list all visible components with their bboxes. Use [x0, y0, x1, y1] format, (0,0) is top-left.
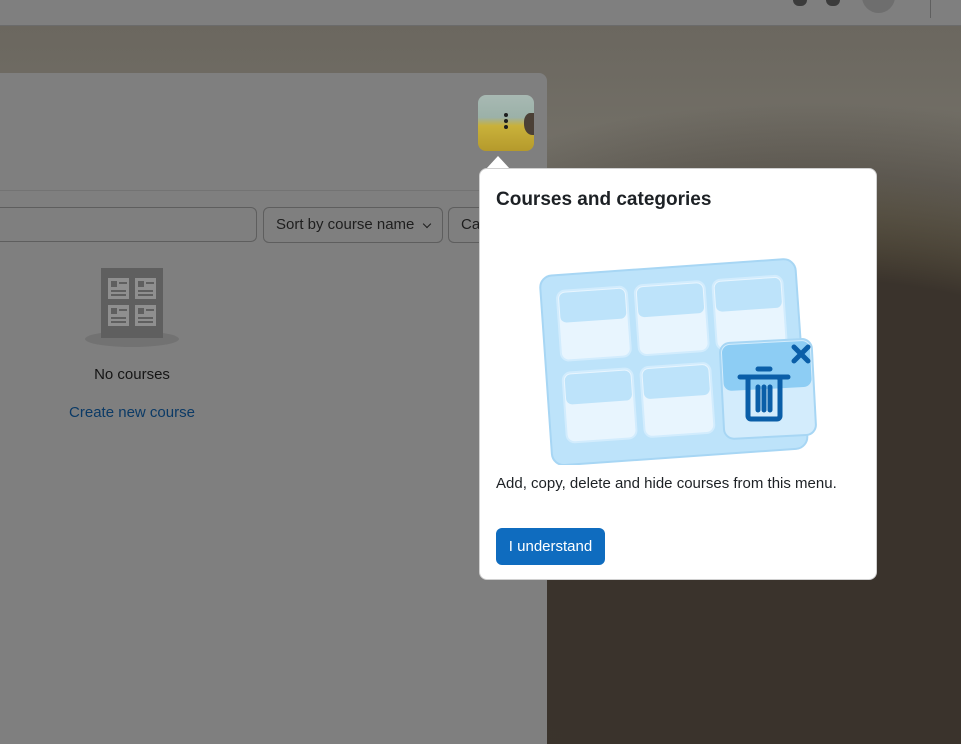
popover-body: Add, copy, delete and hide courses from … [496, 475, 837, 492]
popover-title: Courses and categories [496, 189, 712, 210]
sort-select-label: Sort by course name [276, 216, 415, 233]
course-image-button[interactable] [478, 95, 534, 151]
course-image-photo [524, 113, 534, 135]
kebab-icon [504, 113, 508, 129]
courses-illustration [539, 258, 817, 465]
chevron-down-icon [422, 219, 432, 229]
create-new-course-link[interactable]: Create new course [40, 404, 224, 421]
navbar-divider [930, 0, 931, 18]
no-courses-illustration [85, 268, 179, 347]
category-select-label: Ca [461, 216, 481, 233]
notifications-icon[interactable] [793, 0, 807, 6]
no-courses-message: No courses [94, 366, 170, 383]
search-input[interactable] [0, 207, 257, 242]
messages-icon[interactable] [826, 0, 840, 6]
i-understand-button[interactable]: I understand [496, 528, 605, 565]
top-navbar [0, 0, 961, 26]
card-divider [0, 190, 547, 191]
tour-popover: Courses and categories Add, copy, delete… [479, 168, 877, 580]
sort-select[interactable]: Sort by course name [263, 207, 443, 243]
user-avatar[interactable] [862, 0, 895, 13]
trash-icon [737, 366, 791, 422]
